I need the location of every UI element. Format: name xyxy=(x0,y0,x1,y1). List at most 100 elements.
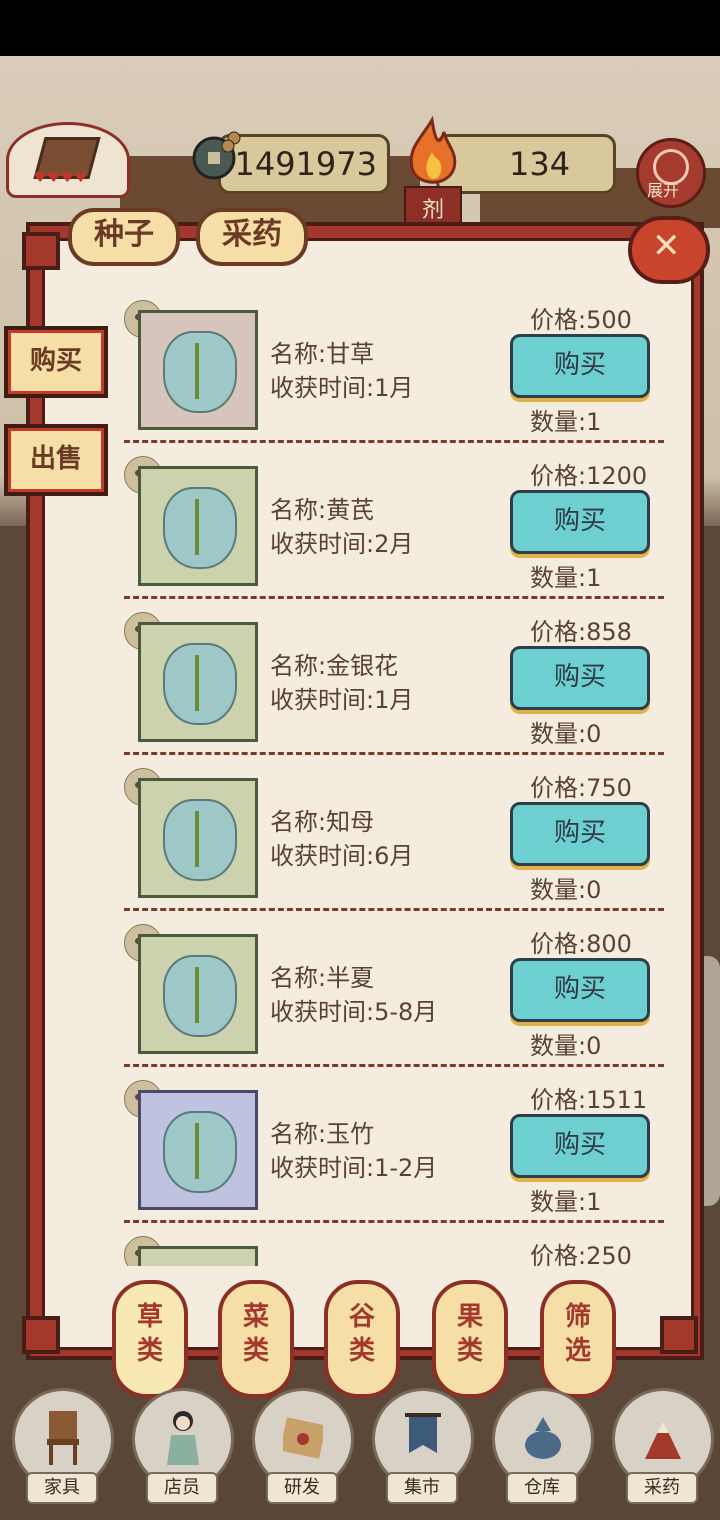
category-label: 草类 xyxy=(136,1302,163,1366)
seed-bag-icon xyxy=(163,643,237,725)
herb-icon xyxy=(195,967,199,1023)
item-name: 名称:玉竹 xyxy=(270,1120,375,1148)
item-name: 名称:半夏 xyxy=(270,964,375,992)
item-price: 价格:800 xyxy=(530,930,632,958)
buy-button[interactable]: 购买 xyxy=(510,490,650,554)
buy-button[interactable]: 购买 xyxy=(510,646,650,710)
bundle-icon xyxy=(525,1417,561,1459)
buy-button[interactable]: 购买 xyxy=(510,958,650,1022)
buy-button[interactable]: 购买 xyxy=(510,802,650,866)
coin-string-icon xyxy=(192,131,241,180)
list-item: 名称:黄芪 收获时间:2月 价格:1200 购买 数量:1 xyxy=(40,446,680,602)
item-name: 名称:知母 xyxy=(270,808,375,836)
nav-market[interactable]: 集市 xyxy=(372,1388,474,1504)
nav-gather[interactable]: 采药 xyxy=(612,1388,714,1504)
item-price: 价格:1200 xyxy=(530,462,648,490)
item-quantity: 数量:1 xyxy=(530,1188,602,1216)
tab-herb[interactable]: 采药 xyxy=(196,208,308,266)
herb-icon xyxy=(195,499,199,555)
list-item: 名称:半夏 收获时间:5-8月 价格:800 购买 数量:0 xyxy=(40,914,680,1070)
bottom-nav: 家具 店员 研发 集市 仓库 采药 xyxy=(0,1388,720,1520)
item-price: 价格:858 xyxy=(530,618,632,646)
seed-bag-icon xyxy=(163,487,237,569)
item-harvest: 收获时间:2月 xyxy=(270,530,414,558)
category-vegetable[interactable]: 菜类 xyxy=(218,1280,294,1398)
item-harvest: 收获时间:1-2月 xyxy=(270,1154,438,1182)
chair-icon xyxy=(47,1411,79,1465)
nav-label: 采药 xyxy=(626,1472,698,1504)
category-herb[interactable]: 草类 xyxy=(112,1280,188,1398)
seed-bag-thumb xyxy=(138,622,258,742)
nav-label: 仓库 xyxy=(506,1472,578,1504)
nav-label: 集市 xyxy=(386,1472,458,1504)
category-grain[interactable]: 谷类 xyxy=(324,1280,400,1398)
seed-bag-icon xyxy=(163,1111,237,1193)
category-label: 果类 xyxy=(456,1302,483,1366)
buy-button[interactable]: 购买 xyxy=(510,1114,650,1178)
category-fruit[interactable]: 果类 xyxy=(432,1280,508,1398)
item-name: 名称:甘草 xyxy=(270,340,375,368)
seed-bag-icon xyxy=(163,331,237,413)
item-quantity: 数量:0 xyxy=(530,1032,602,1060)
nav-staff[interactable]: 店员 xyxy=(132,1388,234,1504)
nav-label: 研发 xyxy=(266,1472,338,1504)
seed-bag-icon xyxy=(163,799,237,881)
item-harvest: 收获时间:6月 xyxy=(270,842,414,870)
item-harvest: 收获时间:1月 xyxy=(270,686,414,714)
tab-seed[interactable]: 种子 xyxy=(68,208,180,266)
item-quantity: 数量:1 xyxy=(530,564,602,592)
seed-bag-thumb xyxy=(138,934,258,1054)
banner-icon xyxy=(405,1413,441,1453)
list-item: 名称:甘草 收获时间:1月 价格:500 购买 数量:1 xyxy=(40,290,680,446)
fire-icon xyxy=(409,116,457,184)
nav-furniture[interactable]: 家具 xyxy=(12,1388,114,1504)
nav-research[interactable]: 研发 xyxy=(252,1388,354,1504)
list-item: 名称:玉竹 收获时间:1-2月 价格:1511 购买 数量:1 xyxy=(40,1070,680,1226)
seed-bag-thumb xyxy=(138,310,258,430)
herb-icon xyxy=(195,343,199,399)
panel-corner xyxy=(22,1316,60,1354)
herb-icon xyxy=(195,655,199,711)
panel-corner xyxy=(22,232,60,270)
money-value: 1491973 xyxy=(234,145,377,183)
seed-bag-thumb xyxy=(138,1090,258,1210)
item-name: 名称:金银花 xyxy=(270,652,399,680)
nav-warehouse[interactable]: 仓库 xyxy=(492,1388,594,1504)
mountain-icon xyxy=(645,1421,681,1459)
item-price: 价格:1511 xyxy=(530,1086,648,1114)
item-quantity: 数量:0 xyxy=(530,720,602,748)
buy-button[interactable]: 购买 xyxy=(510,334,650,398)
package-icon xyxy=(283,1417,323,1459)
seed-bag-thumb xyxy=(138,466,258,586)
fire-value: 134 xyxy=(509,145,571,183)
item-name: 名称:黄芪 xyxy=(270,496,375,524)
item-quantity: 数量:1 xyxy=(530,408,602,436)
close-icon: ✕ xyxy=(652,226,681,266)
status-bar xyxy=(0,0,720,56)
seed-bag-thumb xyxy=(138,1246,258,1266)
expand-button[interactable]: 展开 xyxy=(636,138,706,208)
hearts-icon: ♥♥♥♥ xyxy=(34,170,89,186)
nav-label: 家具 xyxy=(26,1472,98,1504)
category-filter[interactable]: 筛选 xyxy=(540,1280,616,1398)
herb-icon xyxy=(195,1123,199,1179)
category-label: 谷类 xyxy=(348,1302,375,1366)
seed-bag-icon xyxy=(163,955,237,1037)
seed-list[interactable]: 名称:甘草 收获时间:1月 价格:500 购买 数量:1 名称:黄芪 收获时间:… xyxy=(40,290,680,1266)
item-price: 价格:500 xyxy=(530,306,632,334)
category-label: 菜类 xyxy=(242,1302,269,1366)
herb-icon xyxy=(195,811,199,867)
list-item: 名称:知母 收获时间:6月 价格:750 购买 数量:0 xyxy=(40,758,680,914)
item-harvest: 收获时间:5-8月 xyxy=(270,998,438,1026)
close-button[interactable]: ✕ xyxy=(628,216,710,284)
item-quantity: 数量:0 xyxy=(530,876,602,904)
nav-label: 店员 xyxy=(146,1472,218,1504)
item-price: 价格:250 xyxy=(530,1242,632,1266)
item-harvest: 收获时间:1月 xyxy=(270,374,414,402)
panel-corner xyxy=(660,1316,698,1354)
shop-avatar[interactable] xyxy=(6,122,130,198)
staff-icon xyxy=(167,1411,199,1465)
category-label: 筛选 xyxy=(564,1302,591,1366)
list-item: 名称:金银花 收获时间:1月 价格:858 购买 数量:0 xyxy=(40,602,680,758)
item-price: 价格:750 xyxy=(530,774,632,802)
